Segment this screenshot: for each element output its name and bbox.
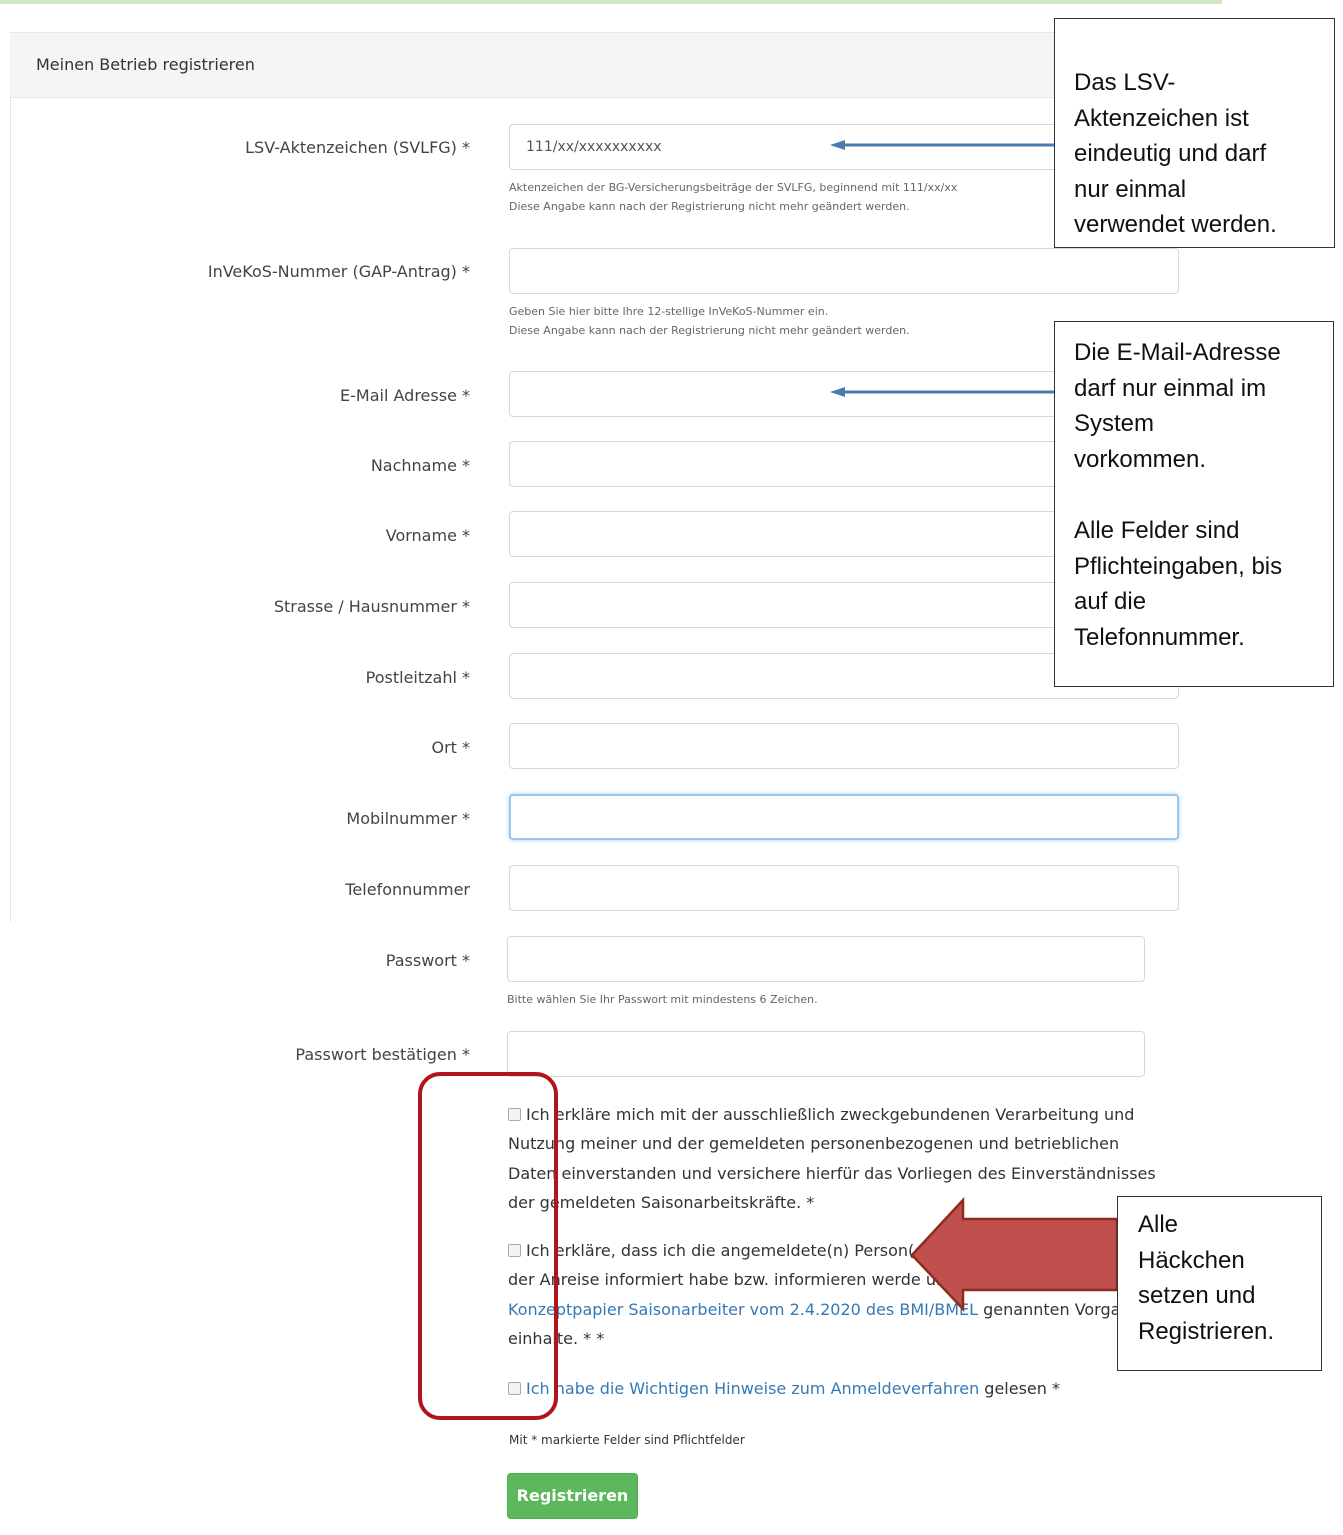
blue-arrow-lsv xyxy=(830,140,1055,150)
checkbox-highlight-box xyxy=(418,1072,558,1420)
red-arrow-checkboxes xyxy=(910,1196,1119,1313)
callout-checkboxes: Alle Häckchen setzen und Registrieren. xyxy=(1117,1196,1322,1371)
callout-email: Die E-Mail-Adresse darf nur einmal im Sy… xyxy=(1054,321,1334,687)
blue-arrow-email xyxy=(830,387,1055,397)
callout-lsv: Das LSV- Aktenzeichen ist eindeutig und … xyxy=(1054,18,1335,248)
